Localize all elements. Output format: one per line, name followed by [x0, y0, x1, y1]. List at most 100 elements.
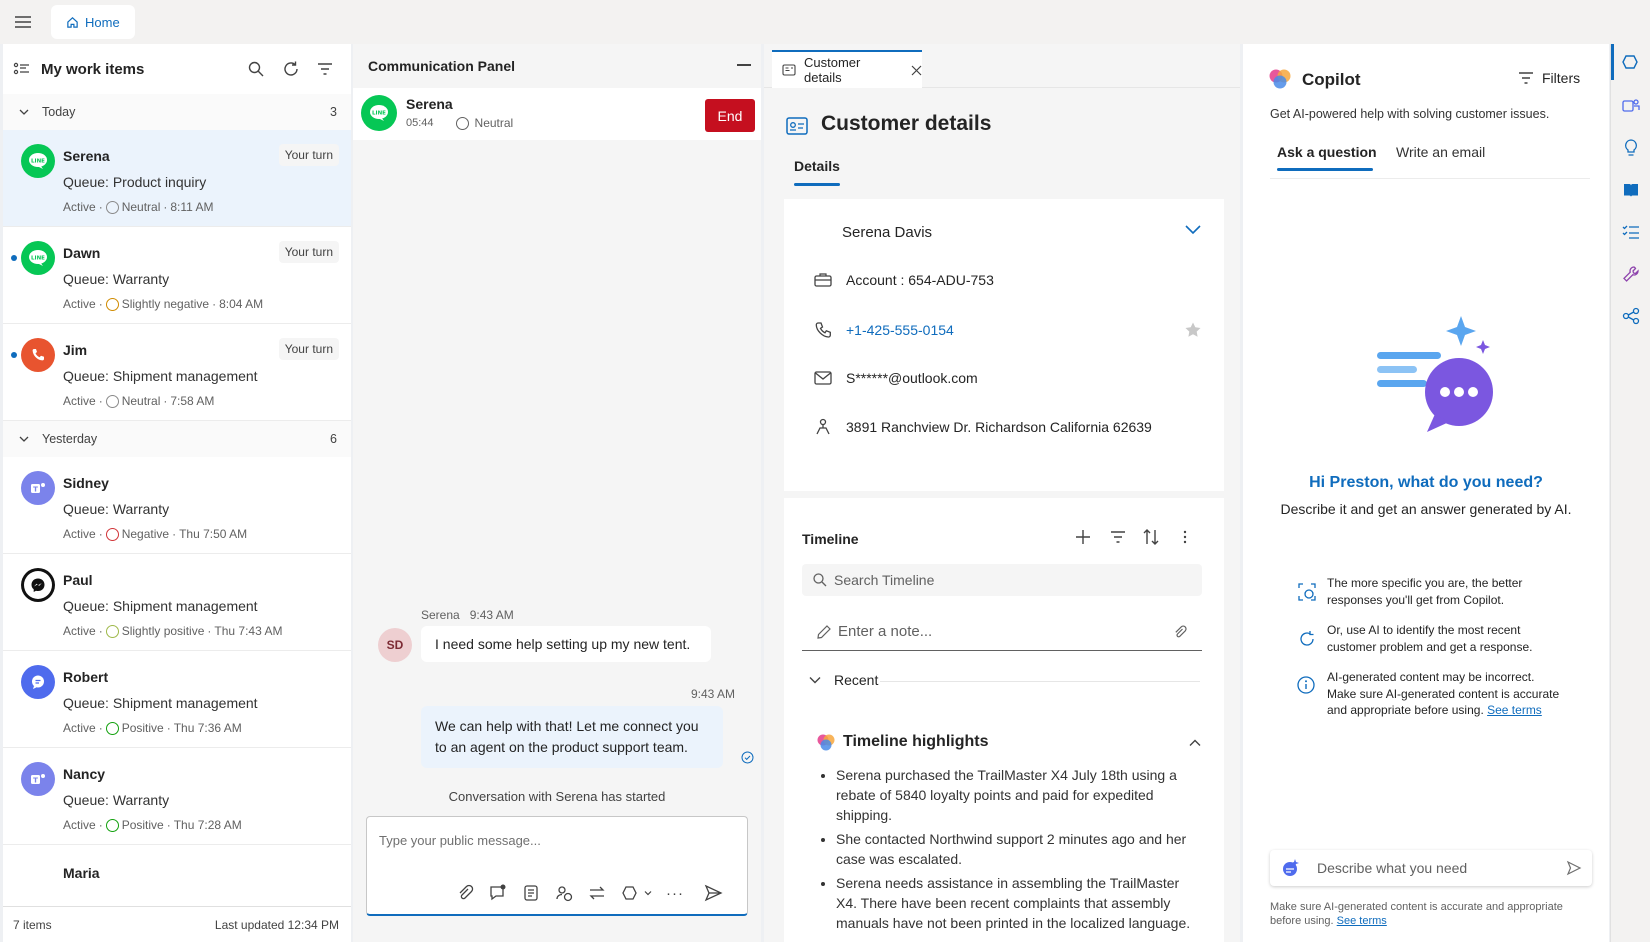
work-items-footer: 7 items Last updated 12:34 PM: [3, 906, 351, 942]
work-item-status: Active · Slightly negative · 8:04 AM: [63, 297, 264, 311]
work-item-queue: Queue: Shipment management: [63, 695, 258, 711]
attach-icon[interactable]: [455, 883, 475, 903]
copilot-tip: Or, use AI to identify the most recent c…: [1327, 623, 1533, 654]
work-item-sidney[interactable]: T Sidney Queue: Warranty Active · Negative…: [3, 457, 351, 554]
customer-details-tab[interactable]: Customer details: [772, 50, 922, 88]
list-item: She contacted Northwind support 2 minute…: [836, 829, 1196, 869]
group-today[interactable]: Today 3: [3, 94, 351, 130]
wrench-icon[interactable]: [1621, 264, 1641, 284]
communication-panel: Communication Panel LINE Serena 05:44 Ne…: [353, 44, 761, 942]
last-updated: Last updated 12:34 PM: [214, 918, 339, 932]
refresh-icon[interactable]: [280, 58, 302, 80]
work-item-name: Paul: [63, 572, 93, 588]
work-item-jim[interactable]: Jim Your turn Queue: Shipment management…: [3, 324, 351, 421]
svg-text:LINE: LINE: [372, 111, 386, 117]
highlights-list: Serena purchased the TrailMaster X4 July…: [836, 765, 1196, 933]
group-yesterday[interactable]: Yesterday 6: [3, 421, 351, 457]
chevron-down-icon: [18, 106, 30, 118]
svg-text:LINE: LINE: [31, 256, 45, 262]
recent-label: Recent: [834, 672, 879, 688]
account-value: Account : 654-ADU-753: [846, 272, 994, 288]
more-vertical-icon[interactable]: [1176, 528, 1194, 546]
timeline-highlights-title: Timeline highlights: [843, 733, 989, 750]
address-row: 3891 Ranchview Dr. Richardson California…: [814, 418, 1152, 436]
right-app-rail: [1610, 44, 1650, 942]
knowledge-icon[interactable]: [521, 883, 541, 903]
work-item-queue: Queue: Warranty: [63, 271, 170, 287]
star-icon[interactable]: [1184, 321, 1202, 339]
search-icon[interactable]: [245, 58, 267, 80]
your-turn-badge: Your turn: [278, 338, 339, 360]
more-options-icon[interactable]: ···: [666, 885, 684, 902]
work-item-maria[interactable]: Maria: [3, 845, 351, 906]
quick-reply-icon[interactable]: [488, 883, 508, 903]
recent-toggle[interactable]: Recent: [808, 672, 878, 688]
send-icon[interactable]: [1566, 860, 1582, 876]
agent-message: We can help with that! Let me connect yo…: [421, 706, 723, 768]
copilot-compose-icon[interactable]: [620, 883, 653, 903]
work-item-paul[interactable]: Paul Queue: Shipment management Active · S…: [3, 554, 351, 651]
copilot-tip: The more specific you are, the better re…: [1327, 576, 1523, 607]
sort-icon[interactable]: [1142, 528, 1160, 546]
home-tab[interactable]: Home: [51, 5, 135, 39]
info-icon: [1296, 675, 1316, 695]
transfer-icon[interactable]: [587, 883, 607, 903]
svg-text:LINE: LINE: [31, 159, 45, 165]
copilot-rail-icon[interactable]: [1621, 52, 1641, 72]
send-icon[interactable]: [703, 883, 723, 903]
filter-icon[interactable]: [314, 58, 336, 80]
list-item: Serena needs assistance in assembling th…: [836, 873, 1196, 933]
see-terms-link[interactable]: See terms: [1487, 703, 1542, 717]
contact-card-icon: [786, 116, 808, 136]
timeline-search-input[interactable]: Search Timeline: [834, 572, 934, 588]
copilot-prompt-icon[interactable]: [1280, 858, 1300, 878]
close-icon[interactable]: [911, 65, 922, 76]
customer-panel: Customer details Customer details Detail…: [764, 44, 1240, 942]
minimize-icon[interactable]: [737, 64, 751, 66]
work-item-nancy[interactable]: T Nancy Queue: Warranty Active · Positive ·…: [3, 748, 351, 845]
work-item-serena[interactable]: LINE Serena Your turn Queue: Product inq…: [3, 130, 351, 227]
phone-icon: [814, 321, 832, 339]
line-icon: LINE: [21, 241, 55, 275]
compose-box: Type your public message... ···: [366, 816, 748, 916]
message-input[interactable]: Type your public message...: [379, 833, 541, 848]
hamburger-menu-icon[interactable]: [12, 12, 34, 32]
work-item-dawn[interactable]: LINE Dawn Your turn Queue: Warranty Acti…: [3, 227, 351, 324]
attach-icon[interactable]: [1172, 624, 1188, 640]
customer-details-title: Customer details: [821, 112, 992, 135]
filters-button[interactable]: Filters: [1518, 70, 1580, 86]
note-input[interactable]: Enter a note...: [802, 613, 1202, 651]
briefcase-icon: [814, 272, 832, 288]
teams-rail-icon[interactable]: [1621, 96, 1641, 116]
your-turn-badge: Your turn: [278, 144, 339, 166]
checklist-icon[interactable]: [1621, 222, 1641, 242]
work-item-name: Jim: [63, 342, 88, 358]
search-icon: [812, 572, 828, 588]
tab-ask-question[interactable]: Ask a question: [1277, 144, 1377, 160]
phone-link[interactable]: +1-425-555-0154: [846, 322, 954, 338]
teams-icon: T: [21, 762, 55, 796]
unread-dot: [11, 352, 17, 358]
connections-icon[interactable]: [1621, 306, 1641, 326]
book-icon[interactable]: [1621, 180, 1641, 200]
copilot-tip-disclaimer: AI-generated content may be incorrect. M…: [1327, 670, 1560, 717]
pencil-icon: [816, 624, 832, 640]
teams-icon: T: [21, 471, 55, 505]
chevron-up-icon[interactable]: [1188, 738, 1202, 748]
work-item-status: Active · Slightly positive · Thu 7:43 AM: [63, 624, 283, 638]
see-terms-link[interactable]: See terms: [1337, 915, 1387, 927]
timeline-search[interactable]: Search Timeline: [802, 564, 1202, 596]
end-button[interactable]: End: [705, 99, 755, 132]
tab-write-email[interactable]: Write an email: [1396, 144, 1485, 160]
details-subtab[interactable]: Details: [794, 158, 840, 174]
conversation-sentiment: Neutral: [474, 116, 514, 130]
copilot-input[interactable]: Describe what you need: [1270, 850, 1592, 886]
consult-icon[interactable]: [554, 883, 574, 903]
work-item-robert[interactable]: Robert Queue: Shipment management Active…: [3, 651, 351, 748]
filter-icon[interactable]: [1109, 528, 1127, 546]
lightbulb-icon[interactable]: [1621, 138, 1641, 158]
copilot-disclaimer: Make sure AI-generated content is accura…: [1270, 901, 1563, 927]
email-row: S******@outlook.com: [814, 370, 978, 386]
add-icon[interactable]: [1074, 528, 1092, 546]
chevron-down-icon[interactable]: [1184, 223, 1202, 235]
